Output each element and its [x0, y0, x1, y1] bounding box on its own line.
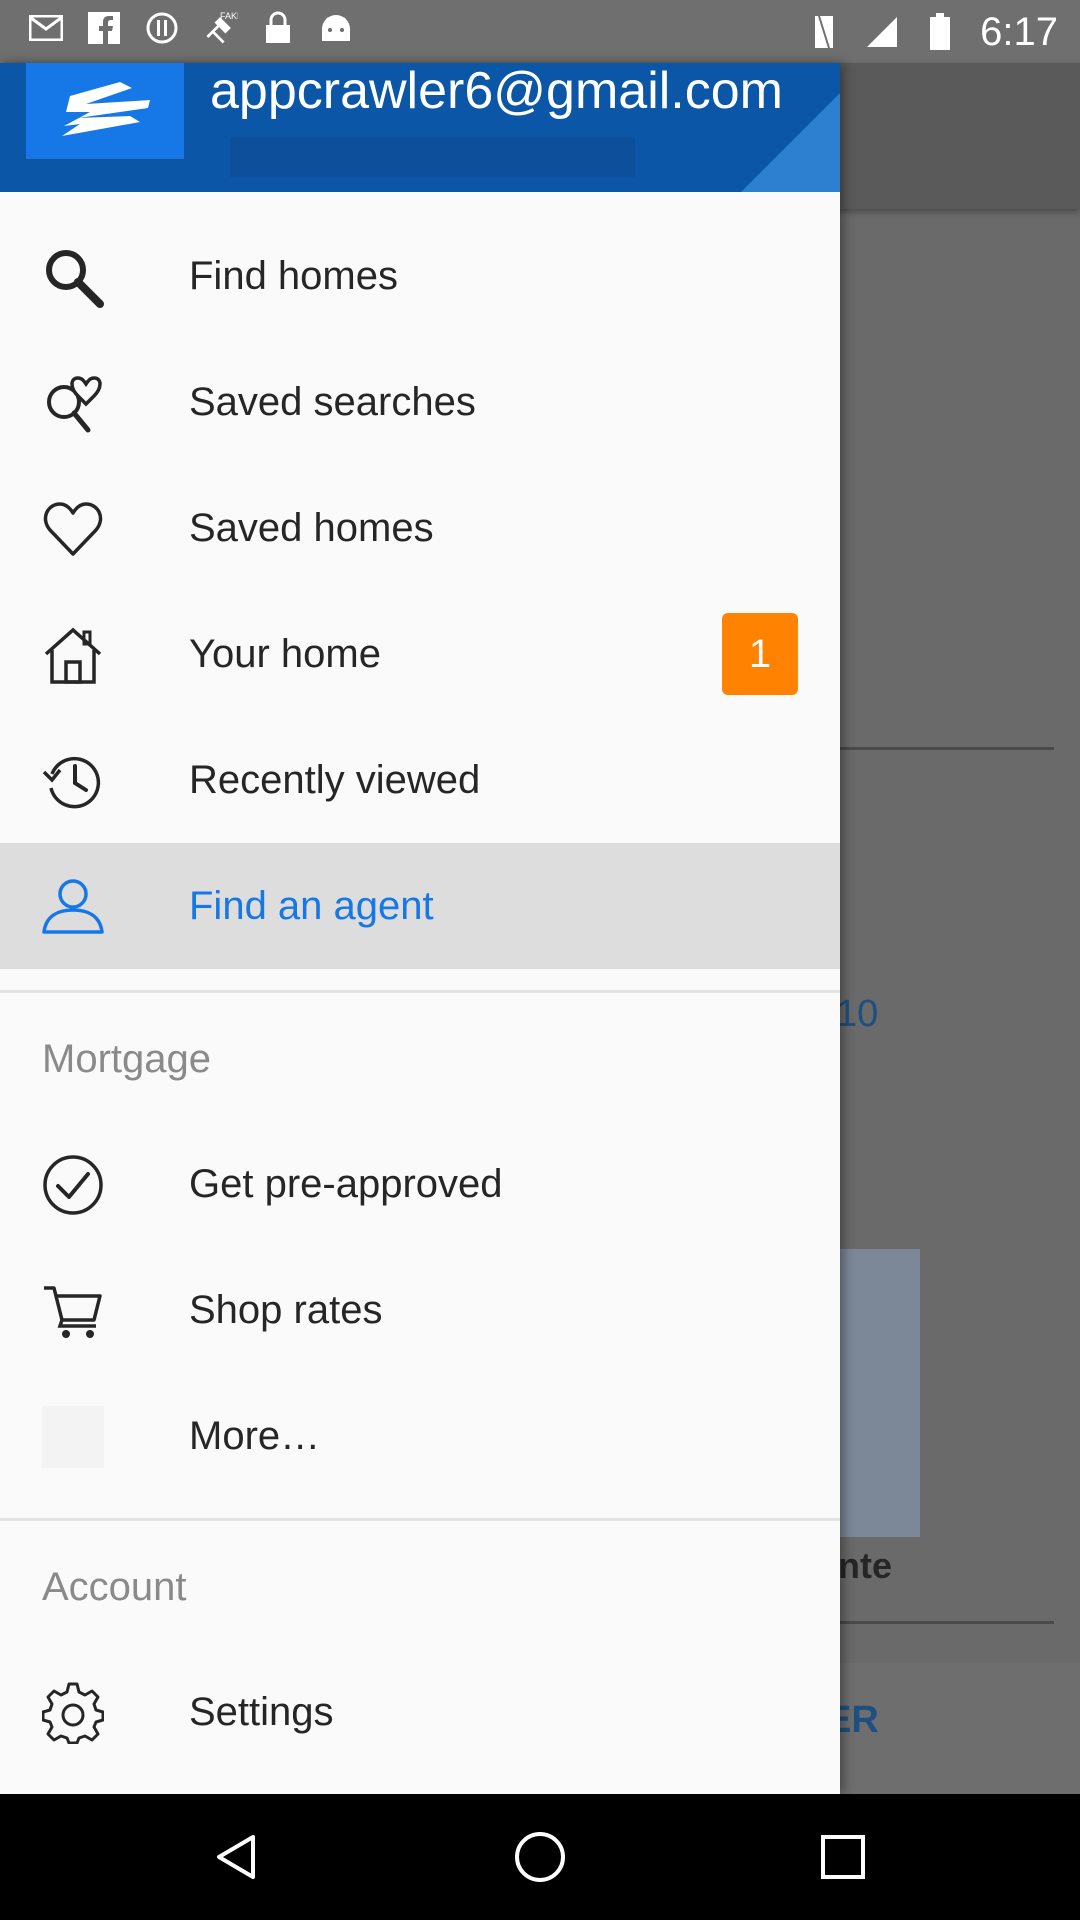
status-bar: FAKE 6:17 [0, 0, 1080, 63]
alert-icon [144, 10, 180, 46]
background-divider [840, 747, 1054, 750]
blank-icon [42, 1406, 104, 1468]
menu-item-label: Saved searches [189, 379, 476, 424]
menu-item-find-homes[interactable]: Find homes [0, 213, 840, 339]
heart-icon [42, 498, 104, 560]
gear-icon [42, 1682, 104, 1744]
facebook-icon [86, 10, 122, 46]
menu-item-label: Shop rates [189, 1287, 383, 1332]
recents-button[interactable] [808, 1822, 878, 1892]
section-title-account: Account [42, 1565, 187, 1609]
section-divider [0, 1518, 840, 1521]
menu-item-saved-searches[interactable]: Saved searches [0, 339, 840, 465]
search-icon [42, 246, 104, 308]
menu-item-saved-homes[interactable]: Saved homes [0, 465, 840, 591]
menu-item-label: More… [189, 1413, 321, 1458]
your-home-badge: 1 [722, 613, 798, 695]
zillow-logo-icon [26, 63, 184, 159]
person-icon [42, 876, 104, 938]
menu-item-recently-viewed[interactable]: Recently viewed [0, 717, 840, 843]
account-email: appcrawler6@gmail.com [210, 63, 783, 120]
background-partial-text: nte [838, 1545, 892, 1586]
background-divider [840, 1621, 1054, 1624]
vibrate-icon [806, 14, 842, 50]
menu-item-more[interactable]: More… [0, 1373, 840, 1499]
menu-item-label: Get pre-approved [189, 1161, 503, 1206]
header-decoration [230, 137, 635, 177]
menu-item-label: Settings [189, 1689, 334, 1734]
menu-item-label: Recently viewed [189, 757, 481, 802]
signal-icon [864, 14, 900, 50]
menu-item-settings[interactable]: Settings [0, 1649, 840, 1775]
back-icon [217, 1835, 255, 1879]
menu-item-label: Find an agent [189, 883, 434, 928]
menu-item-label: Find homes [189, 253, 398, 298]
lock-icon [260, 10, 296, 46]
saved-searches-icon [42, 372, 104, 434]
history-icon [42, 750, 104, 812]
back-button[interactable] [202, 1822, 272, 1892]
recents-icon [821, 1835, 865, 1879]
navigation-drawer: appcrawler6@gmail.com Find homes Saved s… [0, 63, 840, 1794]
check-circle-icon [42, 1154, 104, 1216]
svg-text:FAKE: FAKE [220, 11, 238, 21]
fake-gps-icon: FAKE [202, 10, 238, 46]
background-map-thumbnail [840, 1249, 920, 1537]
home-button[interactable] [505, 1822, 575, 1892]
android-icon [318, 10, 354, 46]
mail-icon [28, 10, 64, 46]
menu-item-shop-rates[interactable]: Shop rates [0, 1247, 840, 1373]
section-title-mortgage: Mortgage [42, 1037, 211, 1081]
menu-item-find-agent[interactable]: Find an agent [0, 843, 840, 969]
menu-item-your-home[interactable]: Your home [0, 591, 840, 717]
menu-item-label: Saved homes [189, 505, 434, 550]
battery-icon [922, 13, 958, 50]
cart-icon [42, 1280, 104, 1342]
background-partial-number: 10 [836, 993, 879, 1035]
drawer-header[interactable]: appcrawler6@gmail.com [0, 63, 840, 192]
house-icon [42, 624, 104, 686]
menu-item-label: Your home [189, 631, 381, 676]
home-icon [515, 1832, 565, 1882]
system-navigation-bar [0, 1794, 1080, 1920]
menu-item-get-pre-approved[interactable]: Get pre-approved [0, 1121, 840, 1247]
section-divider [0, 990, 840, 993]
clock: 6:17 [980, 10, 1058, 54]
